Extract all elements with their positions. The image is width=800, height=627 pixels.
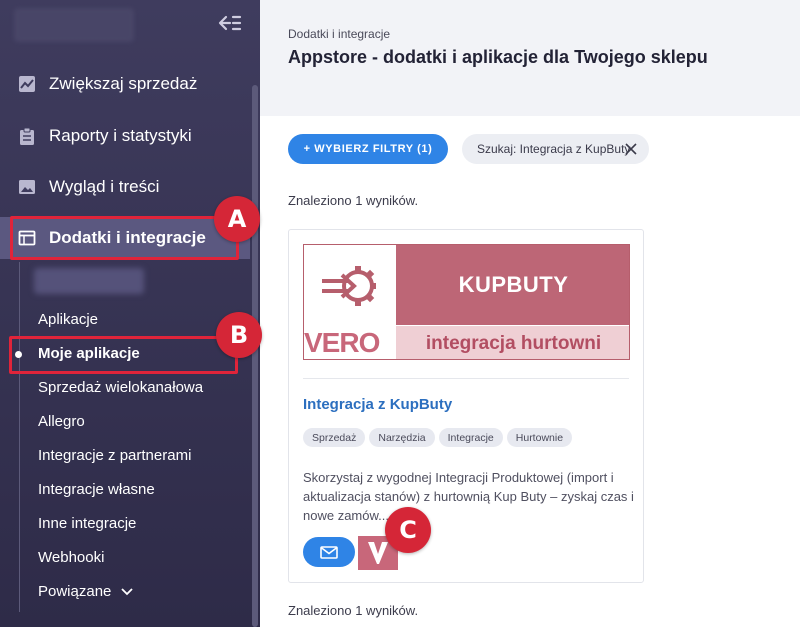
annotation-badge-c: C <box>385 507 431 553</box>
sidebar-item-label: Raporty i statystyki <box>49 126 192 145</box>
mail-icon <box>320 545 338 559</box>
app-description: Skorzystaj z wygodnej Integracji Produkt… <box>303 470 634 523</box>
annotation-badge-a: A <box>214 196 260 242</box>
search-filter-label: Szukaj: Integracja z KupButy <box>477 142 631 156</box>
sidebar-item-addons[interactable]: Dodatki i integracje <box>0 217 250 259</box>
close-icon[interactable] <box>625 141 637 159</box>
tag: Narzędzia <box>369 428 435 447</box>
results-count-bottom: Znaleziono 1 wyników. <box>288 603 419 618</box>
chevron-down-icon <box>121 588 134 596</box>
sidebar-item-sales[interactable]: Zwiększaj sprzedaż <box>0 63 250 105</box>
image-icon <box>18 178 36 196</box>
submenu-item-webhooks[interactable]: Webhooki <box>38 547 104 569</box>
chart-line-icon <box>18 75 36 93</box>
submenu-item-related[interactable]: Powiązane <box>38 581 134 603</box>
banner-subtitle-text: integracja hurtowni <box>396 325 629 359</box>
tag: Sprzedaż <box>303 428 366 447</box>
store-logo-blurred <box>14 8 134 42</box>
submenu-item-multichannel[interactable]: Sprzedaż wielokanałowa <box>38 377 203 399</box>
submenu-item-other-integrations[interactable]: Inne integracje <box>38 513 136 535</box>
card-divider <box>303 378 629 379</box>
active-bullet-icon <box>15 351 22 358</box>
vero-logo: VERO <box>304 327 380 358</box>
submenu-item-allegro[interactable]: Allegro <box>38 411 85 433</box>
tag: Integracje <box>438 428 503 447</box>
tag: Hurtownie <box>506 428 573 447</box>
sidebar-item-label: Zwiększaj sprzedaż <box>49 74 198 93</box>
annotation-badge-b: B <box>216 312 262 358</box>
submenu-item-label: Powiązane <box>38 583 112 600</box>
clipboard-icon <box>18 127 36 145</box>
sidebar-header <box>0 0 260 52</box>
window-icon <box>18 229 36 247</box>
banner-brand-text: KUPBUTY <box>396 245 629 325</box>
submenu-item-own-integrations[interactable]: Integracje własne <box>38 479 155 501</box>
sidebar-item-label: Wygląd i treści <box>49 177 160 196</box>
app-banner-image[interactable]: VERO KUPBUTY integracja hurtowni <box>303 244 630 360</box>
submenu-guide-line <box>19 262 20 612</box>
plug-gear-icon <box>322 266 376 306</box>
app-title-link[interactable]: Integracja z KupButy <box>303 396 452 413</box>
page-title: Appstore - dodatki i aplikacje dla Twoje… <box>288 47 708 67</box>
choose-filters-button[interactable]: + WYBIERZ FILTRY (1) <box>288 134 448 164</box>
results-count-top: Znaleziono 1 wyników. <box>288 193 419 208</box>
sidebar-scrollbar[interactable] <box>252 85 258 627</box>
submenu-item-my-apps[interactable]: Moje aplikacje <box>38 343 140 365</box>
submenu-item-apps[interactable]: Aplikacje <box>38 309 98 331</box>
submenu-item-partners[interactable]: Integracje z partnerami <box>38 445 191 467</box>
contact-mail-button[interactable] <box>303 537 355 567</box>
collapse-sidebar-icon[interactable] <box>216 11 242 35</box>
app-tags: Sprzedaż Narzędzia Integracje Hurtownie <box>303 428 573 447</box>
search-filter-chip[interactable]: Szukaj: Integracja z KupButy <box>462 134 649 164</box>
sidebar-item-label: Dodatki i integracje <box>49 228 206 247</box>
sidebar: Zwiększaj sprzedaż Raporty i statystyki … <box>0 0 260 627</box>
submenu-header-blurred <box>34 268 144 294</box>
sidebar-item-reports[interactable]: Raporty i statystyki <box>0 115 250 157</box>
breadcrumb[interactable]: Dodatki i integracje <box>288 27 390 41</box>
sidebar-item-appearance[interactable]: Wygląd i treści <box>0 166 250 208</box>
